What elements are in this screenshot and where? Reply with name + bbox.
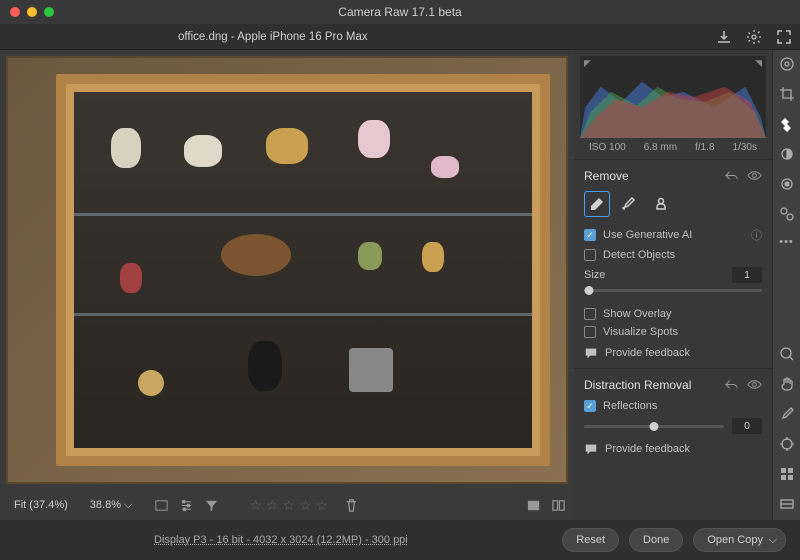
- zoom-percent[interactable]: 38.8% ⌵: [84, 496, 139, 515]
- remove-tools: [584, 191, 762, 217]
- target-icon[interactable]: [779, 436, 795, 452]
- iso: ISO 100: [589, 142, 626, 153]
- trash-icon[interactable]: [344, 498, 359, 513]
- zoom-icon[interactable]: [779, 346, 795, 362]
- grid-icon[interactable]: [154, 498, 169, 513]
- shutter: 1/30s: [733, 142, 757, 153]
- star-icon[interactable]: ☆: [299, 497, 312, 514]
- stamp-tool[interactable]: [648, 191, 674, 217]
- eraser-tool[interactable]: [584, 191, 610, 217]
- open-copy-button[interactable]: Open Copy: [693, 528, 786, 552]
- size-label: Size: [584, 269, 605, 281]
- rating-stars[interactable]: ☆ ☆ ☆ ☆ ☆: [249, 497, 328, 514]
- provide-feedback-link[interactable]: Provide feedback: [584, 346, 762, 360]
- crop-icon[interactable]: [779, 86, 795, 102]
- heal-icon[interactable]: [779, 116, 795, 132]
- reset-button[interactable]: Reset: [562, 528, 619, 552]
- side-panel: ◤ ◥ ISO 100 6.8 mm f/1.8 1/30s Remove Us: [574, 50, 772, 520]
- mask-icon[interactable]: [779, 146, 795, 162]
- sliders-icon[interactable]: [179, 498, 194, 513]
- main: Fit (37.4%) 38.8% ⌵ ☆ ☆ ☆ ☆ ☆: [0, 50, 800, 520]
- zoom-fit[interactable]: Fit (37.4%): [8, 496, 74, 514]
- fullscreen-icon[interactable]: [776, 29, 792, 45]
- presets-icon[interactable]: [779, 206, 795, 222]
- detect-objects-checkbox[interactable]: Detect Objects: [584, 249, 762, 261]
- more-icon[interactable]: •••: [779, 236, 794, 248]
- brush-tool[interactable]: [616, 191, 642, 217]
- redeye-icon[interactable]: [779, 176, 795, 192]
- compare-view-icon[interactable]: [551, 498, 566, 513]
- reflections-checkbox[interactable]: Reflections: [584, 400, 762, 412]
- distraction-title: Distraction Removal: [584, 378, 691, 392]
- info-bar: office.dng - Apple iPhone 16 Pro Max: [0, 24, 800, 50]
- edit-icon[interactable]: [779, 56, 795, 72]
- app-title: Camera Raw 17.1 beta: [0, 5, 800, 19]
- undo-icon[interactable]: [724, 168, 739, 183]
- focal-length: 6.8 mm: [644, 142, 677, 153]
- filmstrip-icon[interactable]: [779, 496, 795, 512]
- eye-icon[interactable]: [747, 377, 762, 392]
- star-icon[interactable]: ☆: [283, 497, 296, 514]
- eyedropper-icon[interactable]: [779, 406, 795, 422]
- hand-icon[interactable]: [779, 376, 795, 392]
- footer: Display P3 - 16 bit - 4032 x 3024 (12.2M…: [0, 520, 800, 560]
- remove-panel: Remove Use Generative AIⓘ Detect Objects…: [574, 159, 772, 368]
- reflections-value[interactable]: 0: [732, 418, 762, 434]
- grid-view-icon[interactable]: [779, 466, 795, 482]
- size-value[interactable]: 1: [732, 267, 762, 283]
- single-view-icon[interactable]: [526, 498, 541, 513]
- aperture: f/1.8: [695, 142, 714, 153]
- done-button[interactable]: Done: [629, 528, 683, 552]
- download-icon[interactable]: [716, 29, 732, 45]
- chat-icon: [584, 442, 598, 456]
- filter-icon[interactable]: [204, 498, 219, 513]
- visualize-spots-checkbox[interactable]: Visualize Spots: [584, 326, 762, 338]
- file-name: office.dng - Apple iPhone 16 Pro Max: [178, 31, 368, 43]
- star-icon[interactable]: ☆: [266, 497, 279, 514]
- undo-icon[interactable]: [724, 377, 739, 392]
- triangle-right-icon[interactable]: ◥: [755, 58, 762, 69]
- tool-rail: •••: [772, 50, 800, 520]
- canvas-bottom-bar: Fit (37.4%) 38.8% ⌵ ☆ ☆ ☆ ☆ ☆: [0, 490, 574, 520]
- show-overlay-checkbox[interactable]: Show Overlay: [584, 308, 762, 320]
- use-generative-ai-checkbox[interactable]: Use Generative AIⓘ: [584, 227, 762, 243]
- star-icon[interactable]: ☆: [249, 497, 262, 514]
- provide-feedback-link[interactable]: Provide feedback: [584, 442, 762, 456]
- size-slider-row: Size 1: [584, 267, 762, 283]
- eye-icon[interactable]: [747, 168, 762, 183]
- distraction-panel: Distraction Removal Reflections 0 Provid…: [574, 368, 772, 464]
- exif-bar: ISO 100 6.8 mm f/1.8 1/30s: [574, 138, 772, 159]
- reflections-slider[interactable]: [584, 425, 724, 428]
- histogram[interactable]: ◤ ◥: [580, 56, 766, 138]
- triangle-left-icon[interactable]: ◤: [584, 58, 591, 69]
- size-slider[interactable]: [584, 289, 762, 292]
- remove-title: Remove: [584, 169, 629, 183]
- chat-icon: [584, 346, 598, 360]
- file-metadata[interactable]: Display P3 - 16 bit - 4032 x 3024 (12.2M…: [154, 534, 408, 546]
- info-icon[interactable]: ⓘ: [751, 227, 762, 243]
- star-icon[interactable]: ☆: [316, 497, 329, 514]
- image-canvas[interactable]: [6, 56, 568, 484]
- canvas-area: Fit (37.4%) 38.8% ⌵ ☆ ☆ ☆ ☆ ☆: [0, 50, 574, 520]
- gear-icon[interactable]: [746, 29, 762, 45]
- titlebar: Camera Raw 17.1 beta: [0, 0, 800, 24]
